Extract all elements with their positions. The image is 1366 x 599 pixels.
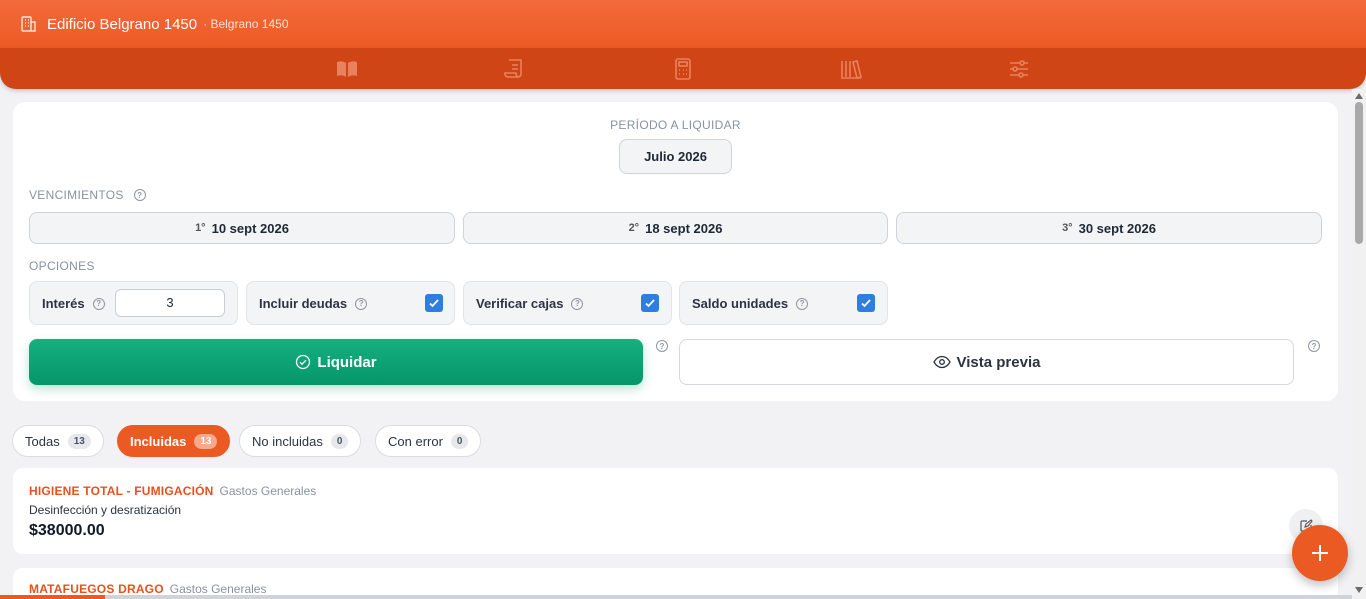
item-provider: HIGIENE TOTAL - FUMIGACIÓN Gastos General…	[29, 484, 316, 498]
tab-count-badge: 13	[67, 433, 91, 449]
liquidar-button[interactable]: Liquidar	[29, 339, 643, 385]
opciones-label: OPCIONES	[29, 259, 95, 273]
vencimientos-label: VENCIMIENTOS	[29, 188, 124, 202]
help-icon[interactable]: ?	[1308, 340, 1320, 352]
item-provider: MATAFUEGOS DRAGO Gastos Generales	[29, 582, 266, 596]
vencimiento-date: 18 sept 2026	[645, 220, 723, 236]
verificar-cajas-label: Verificar cajas	[476, 296, 564, 311]
vencimiento-ordinal: 3°	[1062, 222, 1073, 234]
scroll-up-icon[interactable]	[1355, 93, 1363, 99]
horizontal-scrollbar[interactable]	[0, 595, 1352, 599]
vista-previa-button[interactable]: Vista previa	[679, 339, 1294, 385]
vencimiento-2-button[interactable]: 2° 18 sept 2026	[463, 212, 888, 244]
periodo-selector[interactable]: Julio 2026	[619, 139, 732, 174]
tab-todas[interactable]: Todas 13	[12, 425, 104, 457]
scroll-down-icon[interactable]	[1355, 587, 1363, 593]
add-expense-button[interactable]	[1292, 525, 1348, 581]
library-icon[interactable]	[839, 57, 863, 81]
saldo-unidades-checkbox[interactable]	[857, 294, 875, 312]
interes-label-group: Interés ?	[42, 296, 105, 311]
tab-label: Con error	[388, 433, 443, 449]
vencimiento-date: 30 sept 2026	[1078, 220, 1156, 236]
tab-label: Todas	[25, 433, 60, 449]
incluir-deudas-label: Incluir deudas	[259, 296, 348, 311]
liquidar-label: Liquidar	[317, 353, 377, 371]
item-category: Gastos Generales	[219, 484, 317, 498]
interes-label: Interés	[42, 296, 85, 311]
item-provider-name: HIGIENE TOTAL - FUMIGACIÓN	[29, 484, 214, 498]
incluir-deudas-checkbox[interactable]	[425, 294, 443, 312]
item-category: Gastos Generales	[169, 582, 267, 596]
vencimiento-ordinal: 1°	[195, 222, 206, 234]
verificar-cajas-checkbox[interactable]	[641, 294, 659, 312]
vencimientos-section: VENCIMIENTOS ?	[29, 188, 146, 202]
section-nav	[0, 48, 1366, 89]
receipt-icon[interactable]	[503, 57, 527, 81]
tab-count-badge: 0	[450, 433, 469, 449]
item-description: Desinfección y desratización	[29, 503, 182, 517]
tab-no-incluidas[interactable]: No incluidas 0	[239, 425, 362, 457]
building-subtitle: · Belgrano 1450	[203, 17, 289, 31]
tab-label: Incluidas	[130, 433, 187, 449]
vista-previa-label: Vista previa	[956, 353, 1041, 371]
tab-con-error[interactable]: Con error 0	[375, 425, 482, 457]
check-icon	[645, 299, 655, 308]
vencimiento-ordinal: 2°	[628, 222, 640, 234]
vencimiento-1-button[interactable]: 1° 10 sept 2026	[29, 212, 455, 244]
check-icon	[861, 299, 871, 308]
app-header: Edificio Belgrano 1450 · Belgrano 1450	[0, 0, 1366, 48]
periodo-label: PERÍODO A LIQUIDAR	[610, 118, 741, 132]
help-icon[interactable]: ?	[133, 189, 146, 201]
scrollbar-thumb[interactable]	[1355, 102, 1363, 244]
check-icon	[429, 299, 439, 308]
item-provider-name: MATAFUEGOS DRAGO	[29, 582, 164, 596]
interes-option: Interés ? 3	[29, 281, 238, 325]
calculator-icon[interactable]	[671, 57, 695, 81]
eye-icon	[932, 355, 951, 369]
sliders-icon[interactable]	[1007, 57, 1031, 81]
book-icon[interactable]	[335, 57, 359, 81]
item-amount: $38000.00	[29, 522, 105, 539]
opciones-section: OPCIONES	[29, 259, 95, 273]
saldo-unidades-label-group: Saldo unidades ?	[692, 296, 809, 311]
building-icon	[21, 16, 36, 32]
horizontal-scrollbar-thumb[interactable]	[0, 595, 105, 599]
saldo-unidades-label: Saldo unidades	[692, 296, 789, 311]
plus-icon	[1312, 545, 1328, 561]
verificar-cajas-option: Verificar cajas ?	[463, 281, 672, 325]
vencimiento-3-button[interactable]: 3° 30 sept 2026	[896, 212, 1322, 244]
tab-count-badge: 13	[194, 433, 218, 449]
verificar-cajas-label-group: Verificar cajas ?	[476, 296, 584, 311]
vencimiento-date: 10 sept 2026	[211, 220, 289, 236]
incluir-deudas-label-group: Incluir deudas ?	[259, 296, 368, 311]
help-icon[interactable]: ?	[355, 297, 368, 310]
saldo-unidades-option: Saldo unidades ?	[679, 281, 888, 325]
help-icon[interactable]: ?	[571, 297, 584, 310]
tab-incluidas[interactable]: Incluidas 13	[117, 425, 231, 457]
incluir-deudas-option: Incluir deudas ?	[246, 281, 455, 325]
help-icon[interactable]: ?	[656, 340, 668, 352]
interes-input[interactable]: 3	[115, 289, 225, 317]
check-circle-icon	[296, 354, 311, 370]
tab-count-badge: 0	[330, 433, 349, 449]
building-title[interactable]: Edificio Belgrano 1450	[47, 16, 197, 33]
help-icon[interactable]: ?	[92, 297, 105, 310]
liquidation-card: PERÍODO A LIQUIDAR Julio 2026 VENCIMIENT…	[13, 102, 1338, 401]
help-icon[interactable]: ?	[796, 297, 809, 310]
tab-label: No incluidas	[252, 433, 323, 449]
list-item[interactable]: HIGIENE TOTAL - FUMIGACIÓN Gastos General…	[13, 468, 1338, 554]
